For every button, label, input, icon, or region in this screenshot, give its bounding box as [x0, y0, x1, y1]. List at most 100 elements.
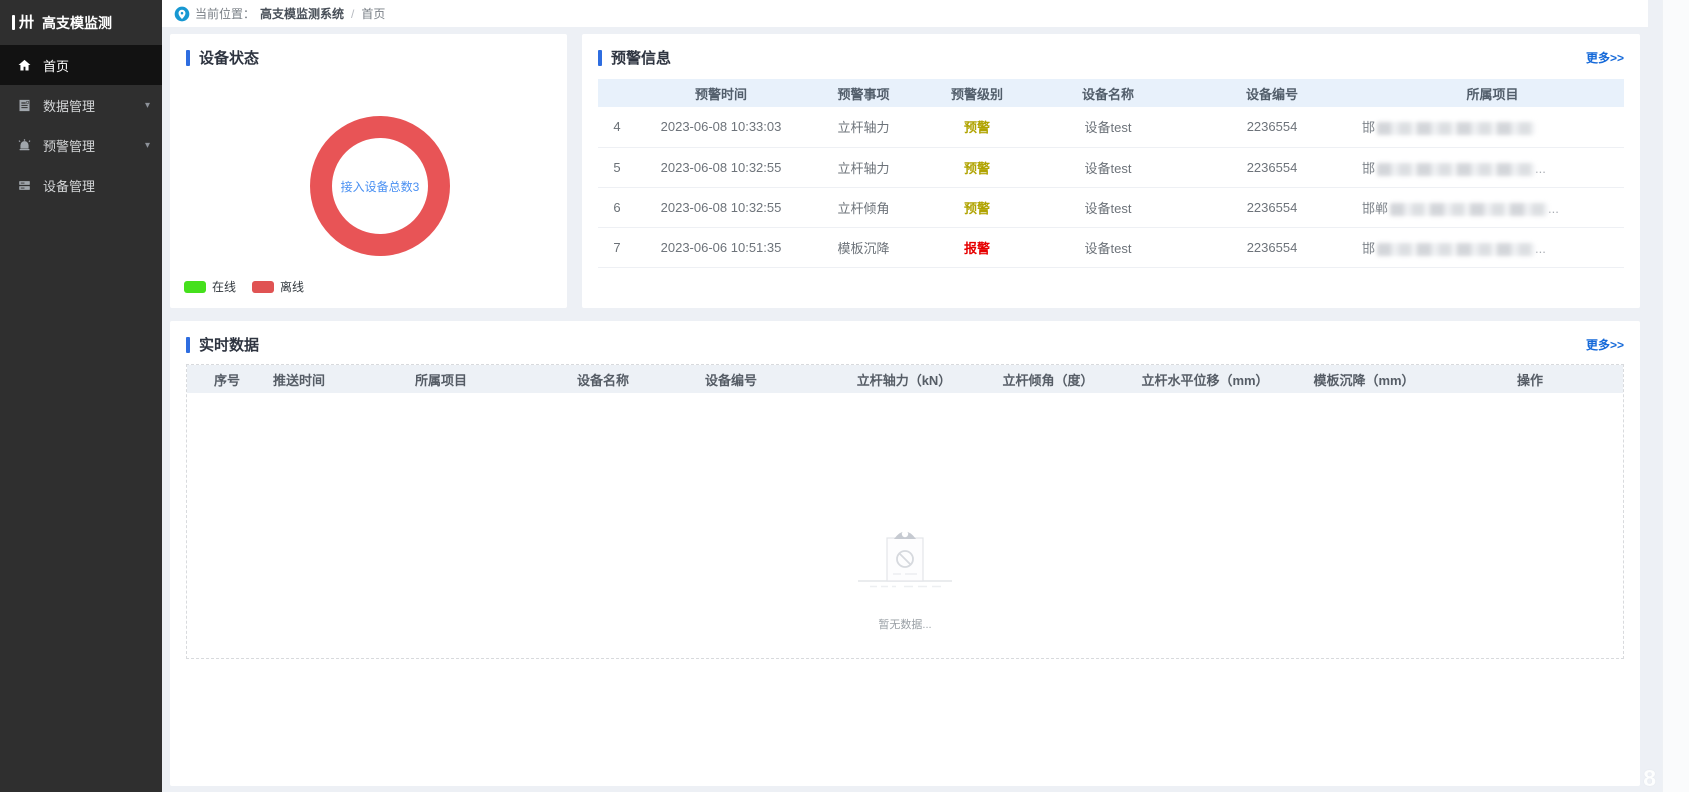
project-name: 邯郸... [1361, 187, 1624, 227]
column-header: 立杆倾角（度） [977, 365, 1119, 393]
warning-row[interactable]: 72023-06-06 10:51:35模板沉降报警设备test2236554邯… [598, 227, 1624, 267]
warning-level: 报警 [921, 227, 1033, 267]
app-logo: 卅 高支模监测 [0, 0, 162, 45]
no-data-icon [848, 582, 962, 599]
warning-row[interactable]: 52023-06-08 10:32:55立杆轴力预警设备test2236554邯… [598, 147, 1624, 187]
chevron-down-icon: ▾ [145, 100, 150, 111]
column-header: 设备编号 [1183, 79, 1361, 107]
column-header: 推送时间 [267, 365, 409, 393]
realtime-panel: 实时数据 更多>> 序号推送时间所属项目设备名称设备编号立杆轴力（kN）立杆倾角… [170, 321, 1640, 786]
warning-row[interactable]: 42023-06-08 10:33:03立杆轴力预警设备test2236554邯 [598, 107, 1624, 147]
row-index: 6 [598, 187, 636, 227]
column-header: 预警时间 [636, 79, 806, 107]
sidebar: 卅 高支模监测 首页数据管理 ▾ 预警管理 ▾ 设备管理 [0, 0, 162, 792]
redacted-text [1390, 203, 1548, 216]
column-header: 设备名称 [571, 365, 699, 393]
legend-swatch [184, 281, 206, 293]
title-accent-bar [186, 50, 190, 66]
home-icon [16, 57, 33, 74]
column-header: 所属项目 [409, 365, 571, 393]
title-accent-bar [598, 50, 602, 66]
warning-time: 2023-06-08 10:32:55 [636, 187, 806, 227]
breadcrumb-bar: 当前位置： 高支模监测系统 / 首页 [162, 0, 1648, 27]
device-name: 设备test [1033, 187, 1183, 227]
warning-item: 立杆轴力 [806, 107, 921, 147]
redacted-text [1377, 122, 1535, 135]
device-icon [16, 177, 33, 194]
realtime-table-area: 序号推送时间所属项目设备名称设备编号立杆轴力（kN）立杆倾角（度）立杆水平位移（… [186, 364, 1624, 659]
location-pin-icon [174, 6, 190, 22]
title-accent-bar [186, 337, 190, 353]
warning-time: 2023-06-08 10:32:55 [636, 147, 806, 187]
panel-title-warnings: 预警信息 [598, 47, 671, 68]
warning-level: 预警 [921, 187, 1033, 227]
warnings-table: 预警时间预警事项预警级别设备名称设备编号所属项目 42023-06-08 10:… [598, 79, 1624, 268]
device-code: 2236554 [1183, 187, 1361, 227]
legend-label: 离线 [280, 278, 304, 295]
device-status-donut-chart: 接入设备总数3 [298, 104, 462, 268]
realtime-more-link[interactable]: 更多>> [1586, 336, 1624, 353]
project-name: 邯... [1361, 147, 1624, 187]
realtime-table-header: 序号推送时间所属项目设备名称设备编号立杆轴力（kN）立杆倾角（度）立杆水平位移（… [187, 365, 1623, 393]
legend-label: 在线 [212, 278, 236, 295]
column-header: 序号 [187, 365, 267, 393]
empty-state: 暂无数据... [848, 525, 962, 632]
panel-title-device-status: 设备状态 [186, 47, 259, 68]
column-header: 预警级别 [921, 79, 1033, 107]
row-index: 7 [598, 227, 636, 267]
device-name: 设备test [1033, 227, 1183, 267]
sidebar-item-label: 设备管理 [43, 176, 95, 195]
breadcrumb-current[interactable]: 首页 [361, 5, 385, 22]
app-title: 高支模监测 [42, 13, 112, 33]
legend-item[interactable]: 离线 [252, 278, 304, 295]
device-code: 2236554 [1183, 227, 1361, 267]
column-header: 操作 [1437, 365, 1623, 393]
sidebar-item-label: 数据管理 [43, 96, 95, 115]
panel-title-realtime: 实时数据 [186, 334, 259, 355]
breadcrumb-separator: / [351, 7, 354, 21]
sidebar-menu: 首页数据管理 ▾ 预警管理 ▾ 设备管理 [0, 45, 162, 205]
warning-item: 立杆倾角 [806, 187, 921, 227]
device-status-panel: 设备状态 接入设备总数3 在线 离线 [170, 34, 567, 308]
realtime-table: 序号推送时间所属项目设备名称设备编号立杆轴力（kN）立杆倾角（度）立杆水平位移（… [187, 365, 1623, 393]
donut-legend: 在线 离线 [184, 278, 304, 295]
sidebar-item-home[interactable]: 首页 [0, 45, 162, 85]
donut-center-label: 接入设备总数3 [298, 104, 462, 268]
device-code: 2236554 [1183, 147, 1361, 187]
empty-state-text: 暂无数据... [848, 616, 962, 632]
sidebar-item-label: 预警管理 [43, 136, 95, 155]
row-index: 4 [598, 107, 636, 147]
column-header: 所属项目 [1361, 79, 1624, 107]
device-name: 设备test [1033, 107, 1183, 147]
device-code: 2236554 [1183, 107, 1361, 147]
main-area: 当前位置： 高支模监测系统 / 首页 设备状态 接入设备总数3 [162, 0, 1689, 792]
warning-row[interactable]: 62023-06-08 10:32:55立杆倾角预警设备test2236554邯… [598, 187, 1624, 227]
warnings-table-header: 预警时间预警事项预警级别设备名称设备编号所属项目 [598, 79, 1624, 107]
warning-panel: 预警信息 更多>> 预警时间预警事项预警级别设备名称设备编号所属项目 42023… [582, 34, 1640, 308]
redacted-text [1377, 163, 1535, 176]
warning-item: 模板沉降 [806, 227, 921, 267]
project-name: 邯 [1361, 107, 1624, 147]
warnings-more-link[interactable]: 更多>> [1586, 49, 1624, 66]
warning-item: 立杆轴力 [806, 147, 921, 187]
breadcrumb-prefix: 当前位置： [195, 5, 255, 22]
watermark: 8 [1643, 765, 1656, 792]
column-header: 设备编号 [699, 365, 831, 393]
legend-swatch [252, 281, 274, 293]
scrollbar-gutter[interactable] [1662, 0, 1689, 792]
warning-time: 2023-06-06 10:51:35 [636, 227, 806, 267]
sidebar-item-device[interactable]: 设备管理 [0, 165, 162, 205]
sidebar-item-warning[interactable]: 预警管理 ▾ [0, 125, 162, 165]
column-header: 立杆轴力（kN） [831, 365, 977, 393]
legend-item[interactable]: 在线 [184, 278, 236, 295]
warning-time: 2023-06-08 10:33:03 [636, 107, 806, 147]
warning-level: 预警 [921, 107, 1033, 147]
sidebar-item-data[interactable]: 数据管理 ▾ [0, 85, 162, 125]
sidebar-item-label: 首页 [43, 56, 69, 75]
redacted-text [1377, 243, 1535, 256]
project-name: 邯... [1361, 227, 1624, 267]
device-name: 设备test [1033, 147, 1183, 187]
chevron-down-icon: ▾ [145, 140, 150, 151]
row-index: 5 [598, 147, 636, 187]
breadcrumb-root[interactable]: 高支模监测系统 [260, 5, 344, 22]
